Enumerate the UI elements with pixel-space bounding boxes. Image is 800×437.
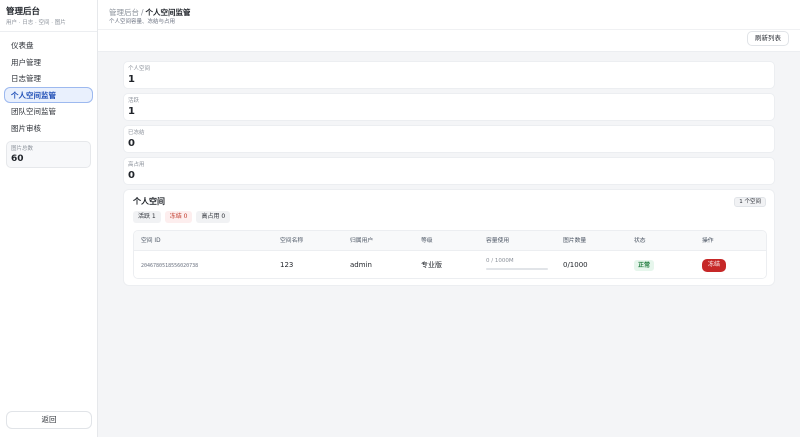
- page-description: 个人空间容量、冻结与占用: [109, 19, 176, 25]
- page-header: 管理后台 / 个人空间监管 个人空间容量、冻结与占用 刷新列表: [98, 0, 800, 52]
- space-count-badge: 1 个空间: [734, 197, 766, 207]
- filter-chip-active[interactable]: 活跃 1: [133, 211, 161, 223]
- total-images-label: 图片总数: [11, 146, 34, 152]
- freeze-button[interactable]: 冻结: [702, 259, 727, 272]
- filter-chips: 活跃 1 冻结 0 高占用 0: [133, 211, 231, 223]
- sidebar-item-dashboard[interactable]: 仪表盘: [4, 37, 93, 54]
- column-header-image-count: 图片数量: [563, 238, 587, 244]
- cell-space-name: 123: [280, 261, 294, 269]
- cell-usage-text: 0 / 1000M: [486, 258, 514, 264]
- sidebar-item-users[interactable]: 用户管理: [4, 54, 93, 71]
- stat-card-high-usage: 高占用 0: [123, 157, 775, 185]
- column-header-usage: 容量使用: [486, 238, 510, 244]
- column-header-space-name: 空间名称: [280, 238, 304, 244]
- sidebar-item-image-review[interactable]: 图片审核: [4, 120, 93, 137]
- spaces-table: 空间 ID 空间名称 归属用户 等级 容量使用 图片数量 状态 操作 20467…: [133, 230, 767, 279]
- table-header: 空间 ID 空间名称 归属用户 等级 容量使用 图片数量 状态 操作: [134, 231, 766, 251]
- header-divider: [98, 29, 800, 30]
- stat-label: 已冻结: [128, 130, 145, 136]
- panel-title: 个人空间: [133, 197, 165, 206]
- total-images-value: 60: [11, 154, 24, 164]
- column-header-space-id: 空间 ID: [141, 238, 161, 244]
- sidebar-item-logs[interactable]: 日志管理: [4, 70, 93, 87]
- breadcrumb-parent[interactable]: 管理后台: [109, 8, 139, 17]
- brand-subtitle: 用户 · 日志 · 空间 · 图片: [6, 20, 66, 26]
- stat-card-personal-spaces: 个人空间 1: [123, 61, 775, 89]
- stat-label: 高占用: [128, 162, 145, 168]
- breadcrumb-separator: /: [141, 8, 144, 17]
- column-header-status: 状态: [634, 238, 646, 244]
- refresh-list-button[interactable]: 刷新列表: [747, 31, 789, 46]
- stat-value: 1: [128, 74, 135, 85]
- back-button[interactable]: 返回: [6, 411, 92, 429]
- breadcrumb: 管理后台 / 个人空间监管: [109, 8, 191, 18]
- page-title: 个人空间监管: [145, 8, 191, 17]
- column-header-owner: 归属用户: [350, 238, 374, 244]
- cell-level: 专业版: [421, 261, 442, 269]
- sidebar: 管理后台 用户 · 日志 · 空间 · 图片 仪表盘 用户管理 日志管理 个人空…: [0, 0, 98, 437]
- personal-spaces-panel: 个人空间 1 个空间 活跃 1 冻结 0 高占用 0 空间 ID 空间名称 归属…: [123, 189, 775, 286]
- usage-progress-bar: [486, 268, 548, 270]
- cell-space-id: 2046780518556020738: [141, 263, 199, 269]
- stat-card-frozen: 已冻结 0: [123, 125, 775, 153]
- brand-title: 管理后台: [6, 7, 41, 17]
- sidebar-nav: 仪表盘 用户管理 日志管理 个人空间监管 团队空间监管 图片审核: [0, 32, 97, 136]
- stat-value: 1: [128, 106, 135, 117]
- stat-value: 0: [128, 170, 135, 181]
- filter-chip-frozen[interactable]: 冻结 0: [164, 211, 193, 223]
- column-header-actions: 操作: [702, 238, 714, 244]
- column-header-level: 等级: [421, 238, 433, 244]
- total-images-card: 图片总数 60: [6, 141, 91, 168]
- filter-chip-high-usage[interactable]: 高占用 0: [196, 211, 231, 223]
- stat-value: 0: [128, 138, 135, 149]
- cell-image-count: 0/1000: [563, 261, 588, 269]
- sidebar-item-team-spaces[interactable]: 团队空间监管: [4, 103, 93, 120]
- main-content: 个人空间 1 活跃 1 已冻结 0 高占用 0 个人空间 1 个空间 活跃 1 …: [123, 61, 775, 286]
- status-badge: 正常: [634, 260, 655, 271]
- sidebar-item-personal-spaces[interactable]: 个人空间监管: [4, 86, 93, 103]
- cell-owner: admin: [350, 261, 372, 269]
- stat-card-active: 活跃 1: [123, 93, 775, 121]
- stat-label: 活跃: [128, 98, 140, 104]
- stat-label: 个人空间: [128, 66, 151, 72]
- table-row: 2046780518556020738 123 admin 专业版 0 / 10…: [134, 251, 766, 278]
- brand: 管理后台 用户 · 日志 · 空间 · 图片: [0, 0, 97, 32]
